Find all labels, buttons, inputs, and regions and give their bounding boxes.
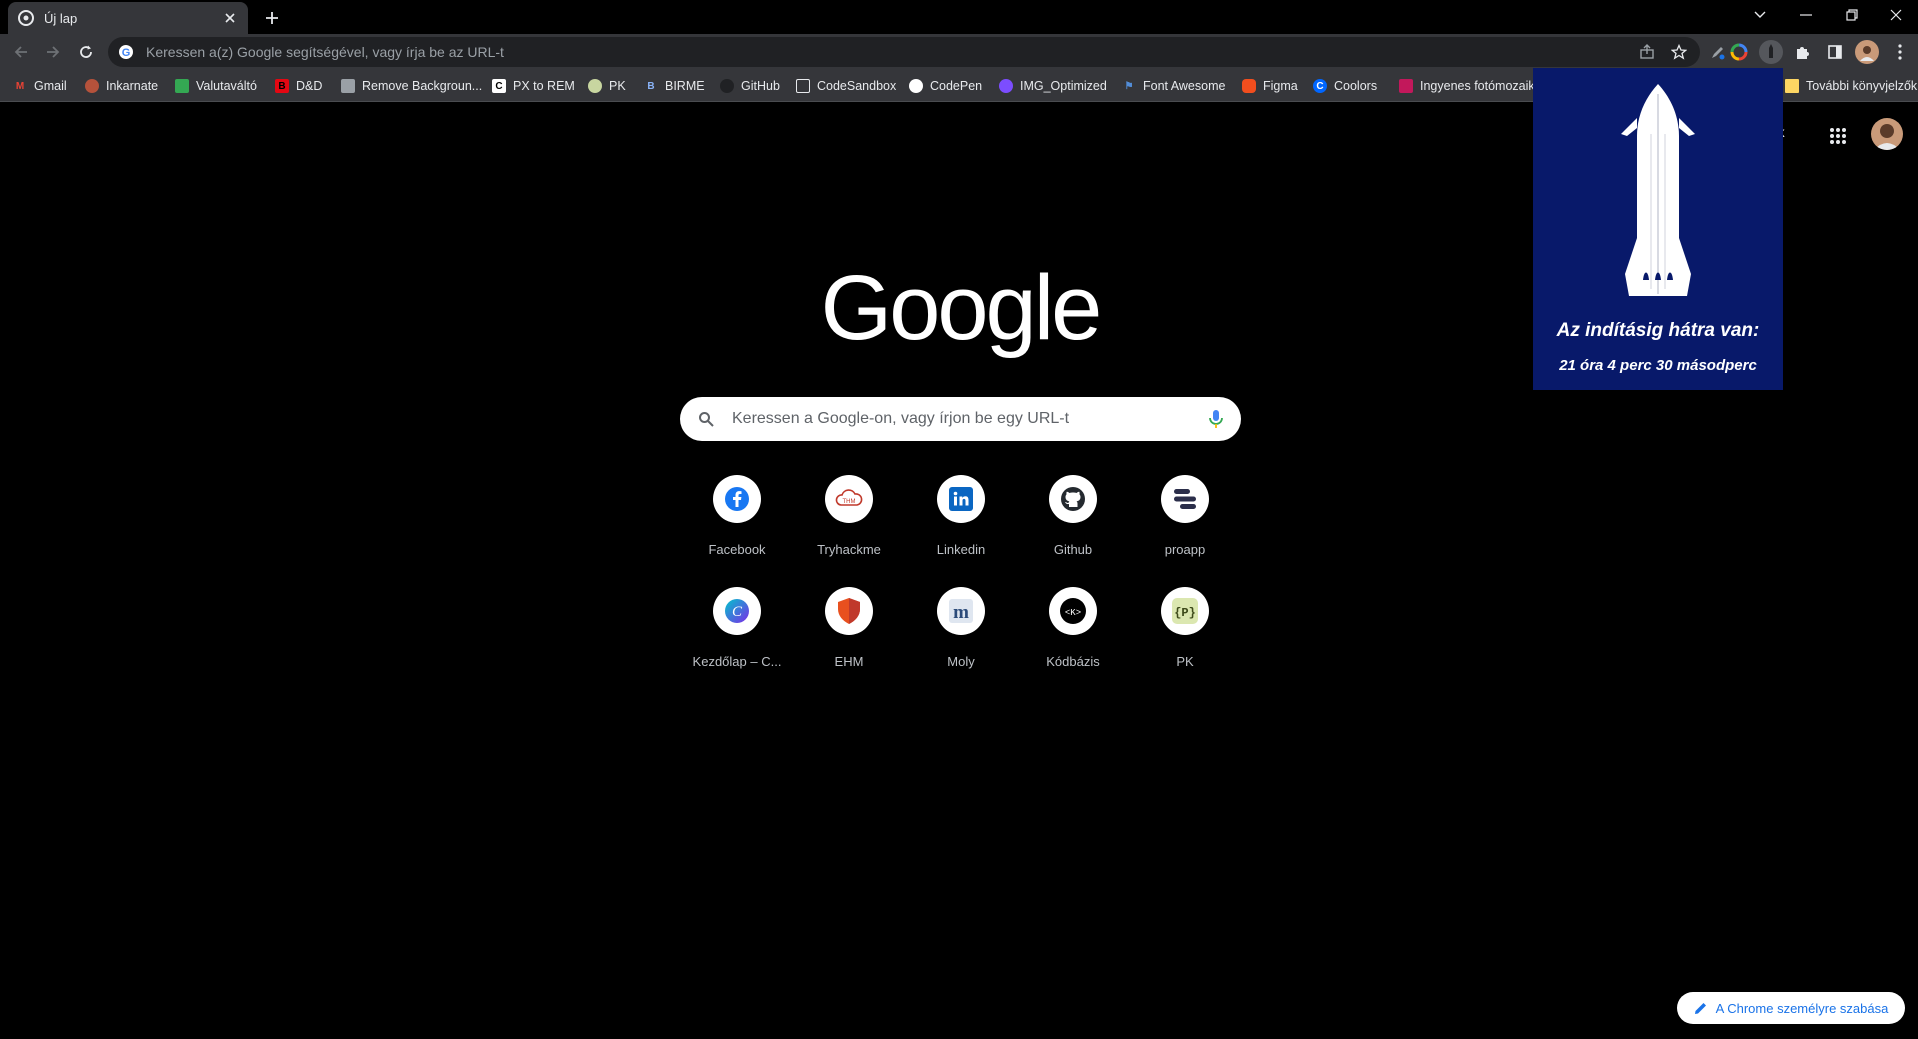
bookmark-dnd[interactable]: B D&D — [275, 76, 322, 96]
font-awesome-icon: ⚑ — [1124, 80, 1134, 92]
bookmark-codesandbox[interactable]: CodeSandbox — [796, 76, 896, 96]
microphone-icon[interactable] — [1209, 409, 1223, 429]
ehm-shield-icon — [837, 597, 861, 625]
google-g-icon: G — [118, 44, 134, 60]
address-bar[interactable]: G — [108, 37, 1700, 67]
google-apps-icon[interactable] — [1824, 122, 1852, 150]
shortcut-proapp[interactable]: proapp — [1129, 475, 1241, 575]
github-icon — [1060, 486, 1086, 512]
menu-dots-icon[interactable] — [1888, 40, 1912, 64]
chrome-icon — [18, 10, 34, 26]
shortcut-kodbazis[interactable]: <K> Kódbázis — [1017, 587, 1129, 687]
countdown-extension-popup: Az indításig hátra van: 21 óra 4 perc 30… — [1533, 68, 1783, 390]
codepen-icon — [909, 79, 923, 93]
minimize-button[interactable] — [1784, 0, 1828, 30]
bookmark-gmail[interactable]: M Gmail — [13, 76, 67, 96]
figma-icon — [1242, 79, 1256, 93]
pk-icon: {P} — [1172, 598, 1198, 624]
shortcut-github[interactable]: Github — [1017, 475, 1129, 575]
customize-label: A Chrome személyre szabása — [1715, 1000, 1889, 1016]
bookmark-codepen[interactable]: CodePen — [909, 76, 982, 96]
gmail-icon: M — [15, 80, 25, 92]
kodbazis-icon: <K> — [1059, 597, 1087, 625]
bookmark-pk[interactable]: PK — [588, 76, 626, 96]
shortcut-moly[interactable]: m Moly — [905, 587, 1017, 687]
svg-text:{P}: {P} — [1174, 606, 1196, 620]
bookmark-fotomozaik[interactable]: Ingyenes fotómozaik — [1399, 76, 1535, 96]
bookmark-github[interactable]: GitHub — [720, 76, 780, 96]
svg-text:THM: THM — [843, 499, 856, 505]
pencil-icon — [1694, 1001, 1708, 1015]
inkarnate-icon — [85, 79, 99, 93]
back-button[interactable] — [9, 40, 33, 64]
new-tab-button[interactable] — [260, 6, 284, 30]
img-optimized-icon — [999, 79, 1013, 93]
bookmark-px-to-rem[interactable]: C PX to REM — [492, 76, 575, 96]
bookmark-coolors[interactable]: C Coolors — [1313, 76, 1377, 96]
close-window-button[interactable] — [1874, 0, 1918, 30]
bookmark-remove-bg[interactable]: Remove Backgroun... — [341, 76, 482, 96]
svg-text:C: C — [732, 604, 743, 620]
dnd-icon: B — [275, 79, 289, 93]
shortcut-ehm[interactable]: EHM — [793, 587, 905, 687]
pk-icon — [588, 79, 602, 93]
share-icon[interactable] — [1636, 41, 1658, 63]
close-tab-icon[interactable] — [222, 10, 238, 26]
rocket-extension-icon[interactable] — [1759, 40, 1783, 64]
birme-icon: B — [647, 80, 655, 92]
tab-new-tab[interactable]: Új lap — [8, 2, 248, 34]
ntp-search-input[interactable] — [730, 409, 1209, 429]
bookmark-img-optimized[interactable]: IMG_Optimized — [999, 76, 1107, 96]
currency-icon — [175, 79, 189, 93]
address-input[interactable] — [144, 43, 1636, 61]
bookmark-birme[interactable]: B BIRME — [644, 76, 704, 96]
tab-title: Új lap — [44, 10, 78, 26]
remove-bg-icon — [341, 79, 355, 93]
moly-icon: m — [949, 599, 973, 623]
customize-chrome-button[interactable]: A Chrome személyre szabása — [1677, 992, 1905, 1024]
google-logo: Google — [820, 257, 1103, 359]
px-rem-icon: C — [492, 79, 506, 93]
tab-strip: Új lap — [0, 0, 1918, 34]
shortcut-kezdolap[interactable]: C Kezdőlap – C... — [681, 587, 793, 687]
countdown-time: 21 óra 4 perc 30 másodperc — [1559, 357, 1757, 374]
proapp-icon — [1172, 488, 1198, 510]
side-panel-icon[interactable] — [1823, 40, 1847, 64]
other-bookmarks-folder[interactable]: További könyvjelzők — [1785, 76, 1917, 96]
profile-avatar[interactable] — [1855, 40, 1879, 64]
shortcut-facebook[interactable]: Facebook — [681, 475, 793, 575]
ntp-search-box[interactable] — [680, 397, 1241, 441]
coolors-icon: C — [1313, 79, 1327, 93]
extensions-puzzle-icon[interactable] — [1790, 40, 1814, 64]
shortcut-linkedin[interactable]: Linkedin — [905, 475, 1017, 575]
account-avatar[interactable] — [1871, 118, 1903, 150]
folder-icon — [1785, 79, 1799, 93]
bookmark-star-icon[interactable] — [1668, 41, 1690, 63]
svg-text:G: G — [122, 47, 131, 59]
bookmark-valutavalto[interactable]: Valutaváltó — [175, 76, 257, 96]
bookmark-font-awesome[interactable]: ⚑ Font Awesome — [1122, 76, 1226, 96]
restore-button[interactable] — [1830, 0, 1874, 30]
canva-icon: C — [724, 598, 750, 624]
shortcut-pk[interactable]: {P} PK — [1129, 587, 1241, 687]
tryhackme-icon: THM — [835, 487, 863, 511]
search-icon — [698, 411, 714, 427]
tab-search-icon[interactable] — [1738, 0, 1782, 30]
svg-text:m: m — [953, 602, 969, 623]
bookmark-figma[interactable]: Figma — [1242, 76, 1298, 96]
codesandbox-icon — [796, 79, 810, 93]
shortcut-tryhackme[interactable]: THM Tryhackme — [793, 475, 905, 575]
rocket-icon — [1613, 84, 1703, 305]
reload-button[interactable] — [74, 40, 98, 64]
facebook-icon — [725, 487, 749, 511]
bookmark-inkarnate[interactable]: Inkarnate — [85, 76, 158, 96]
svg-text:<K>: <K> — [1065, 608, 1081, 618]
forward-button[interactable] — [41, 40, 65, 64]
github-icon — [720, 79, 734, 93]
countdown-title: Az indításig hátra van: — [1556, 320, 1760, 341]
color-picker-extension-icon[interactable] — [1727, 40, 1751, 64]
linkedin-icon — [949, 487, 973, 511]
toolbar: G — [0, 34, 1918, 70]
mosaic-icon — [1399, 79, 1413, 93]
